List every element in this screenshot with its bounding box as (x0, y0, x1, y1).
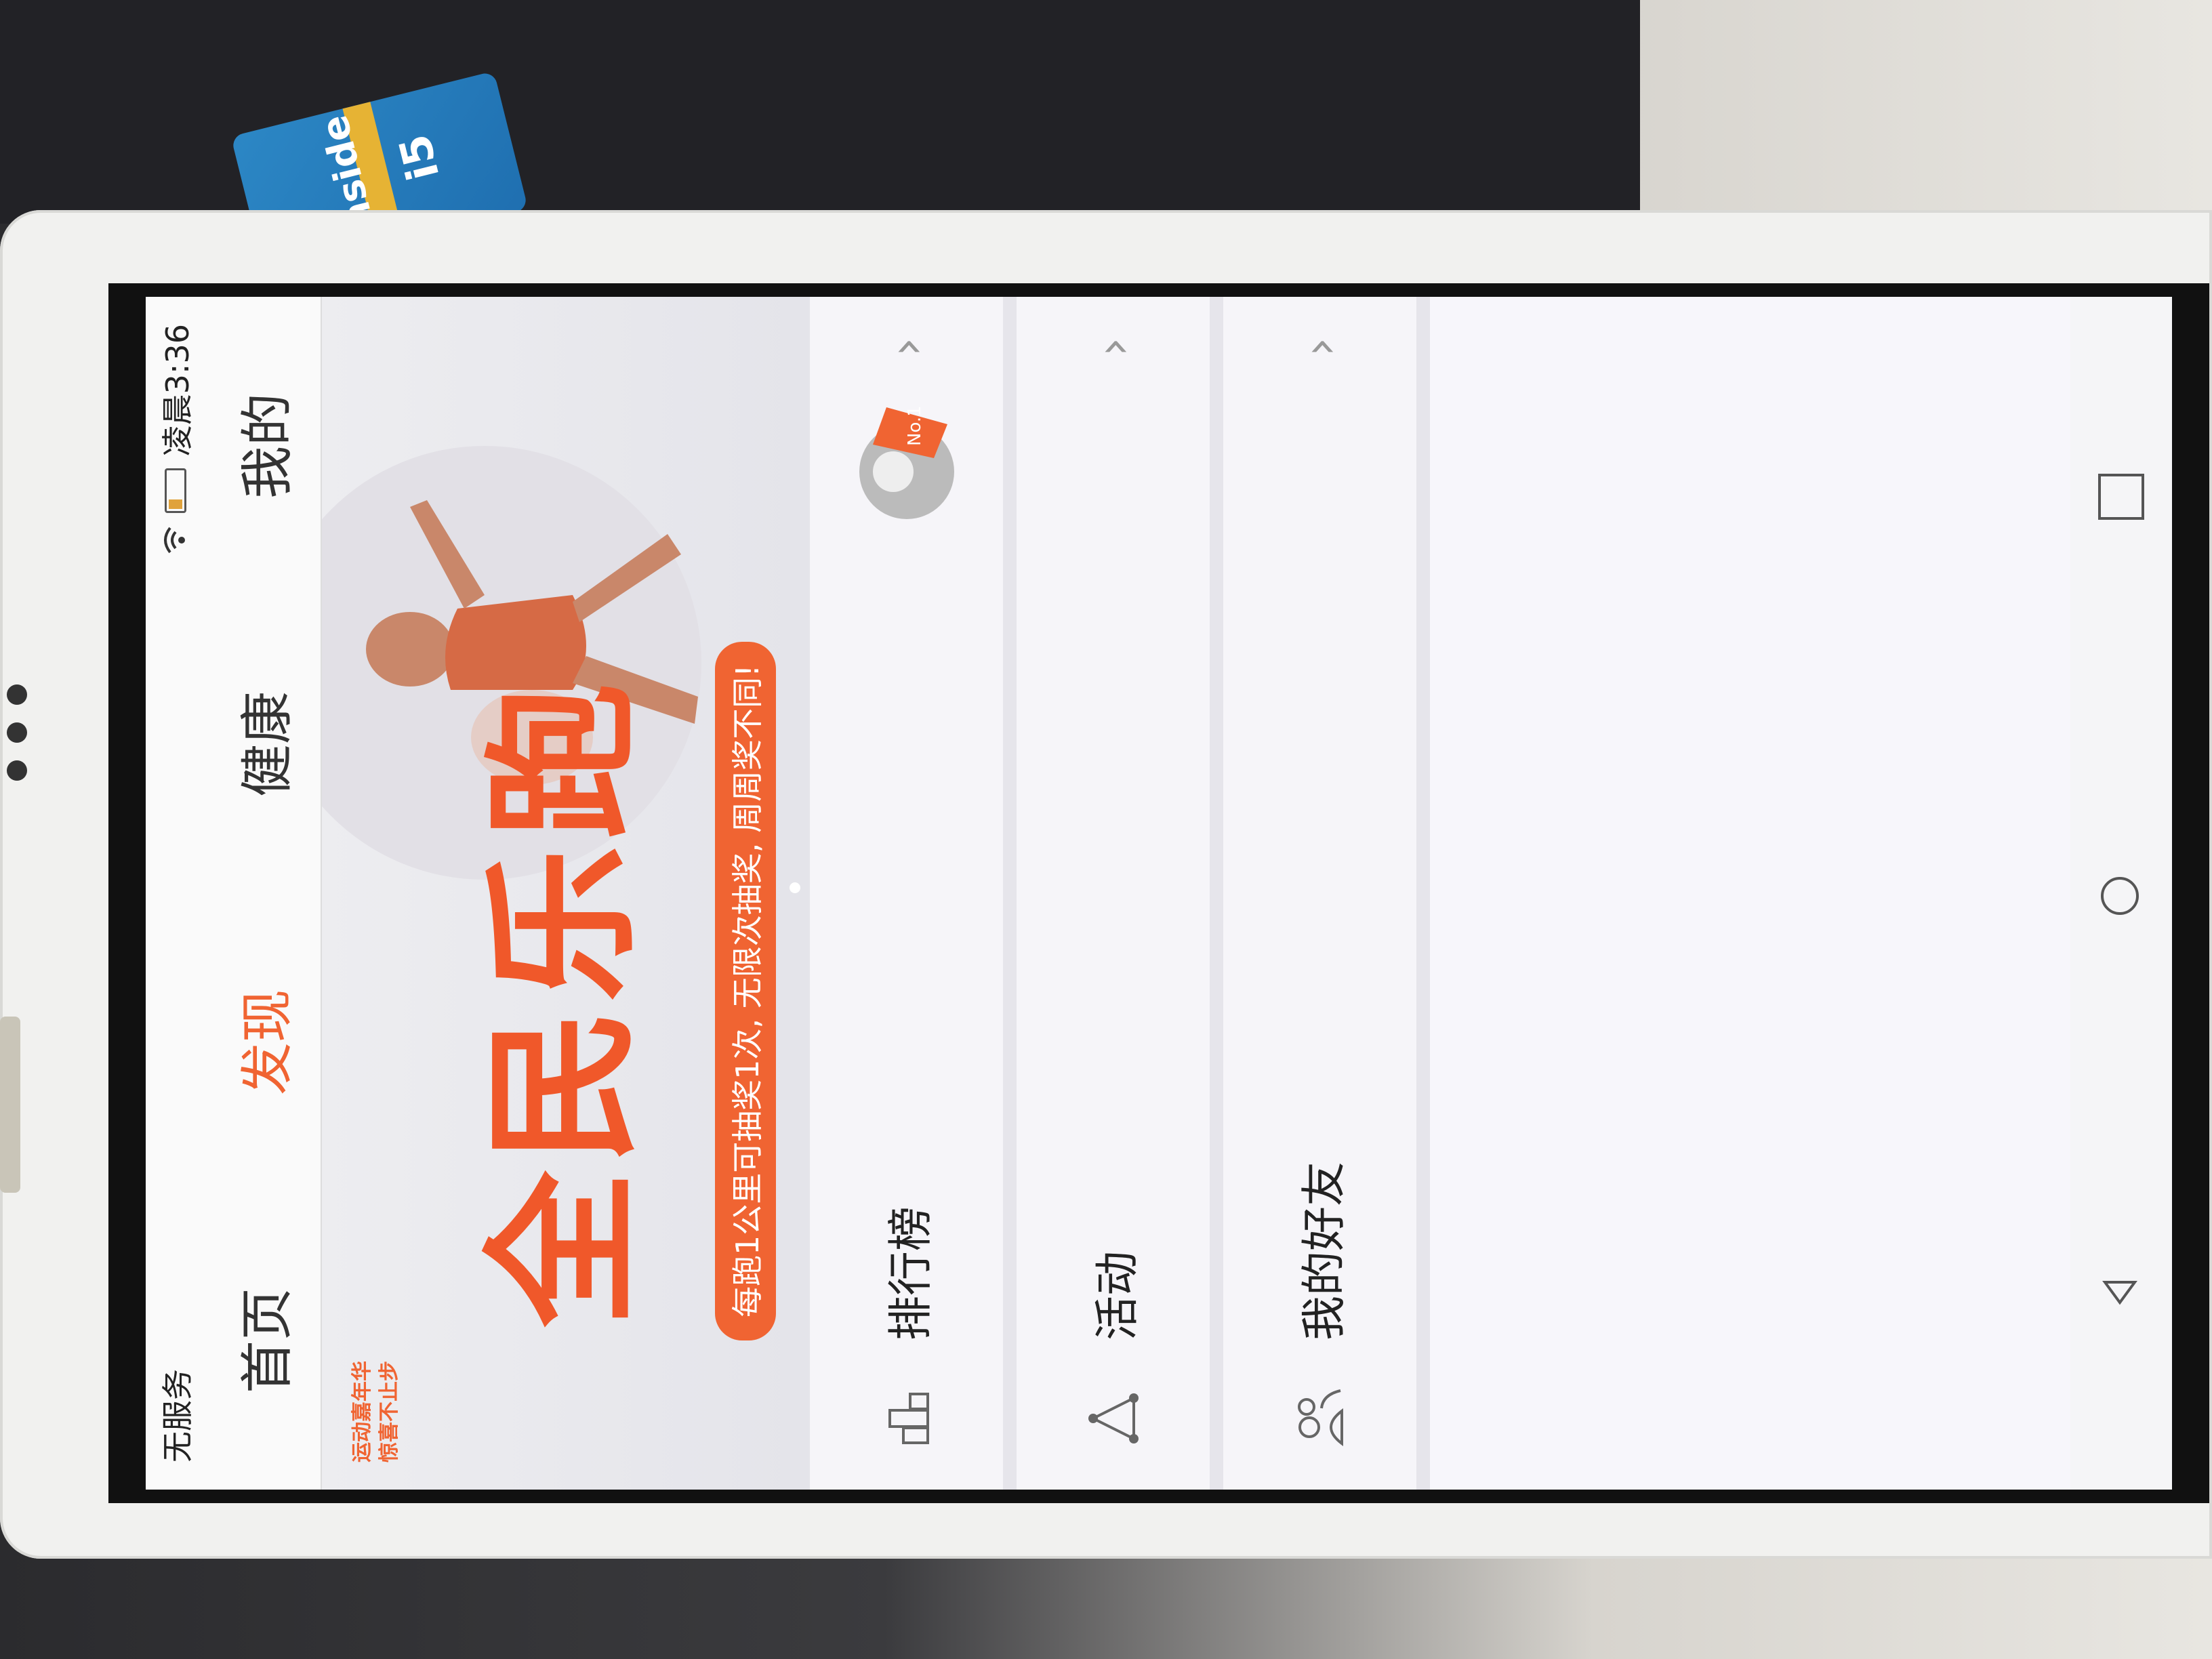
wifi-icon (157, 525, 194, 555)
back-icon[interactable] (2100, 1272, 2143, 1313)
battery-icon (165, 468, 186, 514)
list-item-leaderboard[interactable]: 排行榜 No.1 › (810, 297, 1017, 1490)
list-item-label: 活动 (1090, 1251, 1143, 1340)
phone-screen-frame: 无服务 凌晨3:36 首页 发现 健康 我的 运动嘉年华 惊喜不止步 全民乐跑 … (108, 283, 2209, 1503)
status-bar: 无服务 凌晨3:36 (146, 297, 205, 1490)
camera-dots (7, 684, 27, 798)
list-item-friends[interactable]: 我的好友 › (1223, 297, 1430, 1490)
rank-badge-text: No.1 (905, 405, 925, 446)
tab-discover[interactable]: 发现 (211, 962, 314, 1122)
tab-health[interactable]: 健康 (211, 664, 314, 824)
recents-icon[interactable] (2098, 474, 2144, 520)
sticker-model: i5 (390, 129, 450, 186)
promo-banner[interactable]: 运动嘉年华 惊喜不止步 全民乐跑 每跑1公里可抽奖1次, 无限次抽奖, 周周奖不… (322, 297, 810, 1490)
logo-line-1: 运动嘉年华 (350, 1361, 374, 1462)
discover-list: 排行榜 No.1 › 活动 › 我的好友 › (810, 297, 1430, 1490)
list-item-label: 我的好友 (1297, 1162, 1350, 1340)
rank-badge: No.1 (846, 404, 968, 526)
carrier-label: 无服务 (159, 1369, 196, 1462)
speaker-grille (0, 1017, 20, 1193)
tab-mine[interactable]: 我的 (211, 366, 314, 526)
logo-line-2: 惊喜不止步 (377, 1361, 401, 1462)
top-tab-bar: 首页 发现 健康 我的 (205, 297, 322, 1490)
chevron-right-icon: › (1292, 337, 1348, 356)
phone-screen: 无服务 凌晨3:36 首页 发现 健康 我的 运动嘉年华 惊喜不止步 全民乐跑 … (146, 297, 2172, 1490)
chevron-right-icon: › (878, 337, 935, 356)
triangle-nodes-icon (1083, 1388, 1144, 1449)
home-icon[interactable] (2098, 874, 2144, 918)
event-logo: 运动嘉年华 惊喜不止步 (349, 1347, 430, 1462)
banner-title: 全民乐跑 (472, 676, 655, 1327)
system-nav-bar (2070, 297, 2172, 1490)
friends-icon (1290, 1388, 1351, 1449)
podium-icon (876, 1388, 937, 1449)
list-item-activity[interactable]: 活动 › (1017, 297, 1223, 1490)
banner-subtitle: 每跑1公里可抽奖1次, 无限次抽奖, 周周奖不同! (715, 641, 776, 1340)
chevron-right-icon: › (1085, 337, 1141, 356)
tab-home[interactable]: 首页 (211, 1261, 314, 1420)
list-item-label: 排行榜 (884, 1206, 937, 1340)
carousel-indicator (790, 882, 800, 893)
clock: 凌晨3:36 (159, 324, 196, 457)
